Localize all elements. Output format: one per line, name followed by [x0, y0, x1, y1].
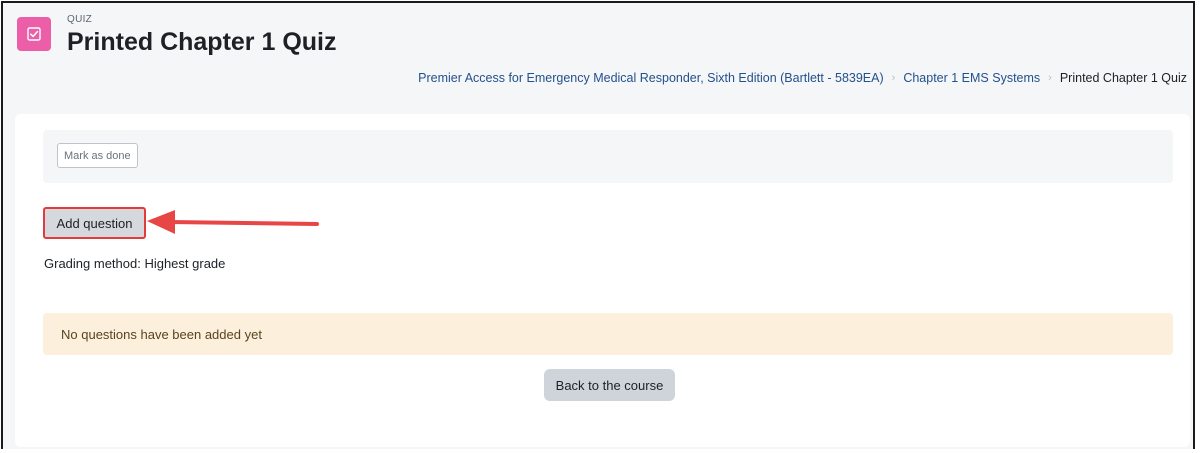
page-title: Printed Chapter 1 Quiz	[67, 28, 337, 56]
back-to-course-button[interactable]: Back to the course	[544, 369, 675, 401]
grading-method-text: Grading method: Highest grade	[44, 256, 226, 271]
breadcrumb-separator-icon: ›	[891, 72, 896, 84]
breadcrumb: Premier Access for Emergency Medical Res…	[418, 71, 1187, 85]
no-questions-notice: No questions have been added yet	[43, 313, 1173, 355]
mark-as-done-button[interactable]: Mark as done	[57, 143, 138, 168]
breadcrumb-separator-icon: ›	[1048, 72, 1052, 84]
breadcrumb-current-page: Printed Chapter 1 Quiz	[1059, 71, 1187, 85]
page-header: QUIZ Printed Chapter 1 Quiz Premier Acce…	[3, 3, 1193, 101]
quiz-checkbox-icon	[17, 17, 51, 51]
main-content-card: Mark as done Add question Grading method…	[15, 114, 1190, 447]
notice-text: No questions have been added yet	[61, 326, 262, 342]
annotation-arrow-icon	[147, 210, 319, 234]
module-type-label: QUIZ	[67, 14, 93, 25]
breadcrumb-section-link[interactable]: Chapter 1 EMS Systems	[903, 71, 1040, 85]
page-frame: QUIZ Printed Chapter 1 Quiz Premier Acce…	[1, 1, 1195, 449]
breadcrumb-course-link[interactable]: Premier Access for Emergency Medical Res…	[418, 71, 883, 85]
add-question-button[interactable]: Add question	[43, 207, 146, 239]
activity-completion-area: Mark as done	[43, 130, 1173, 183]
